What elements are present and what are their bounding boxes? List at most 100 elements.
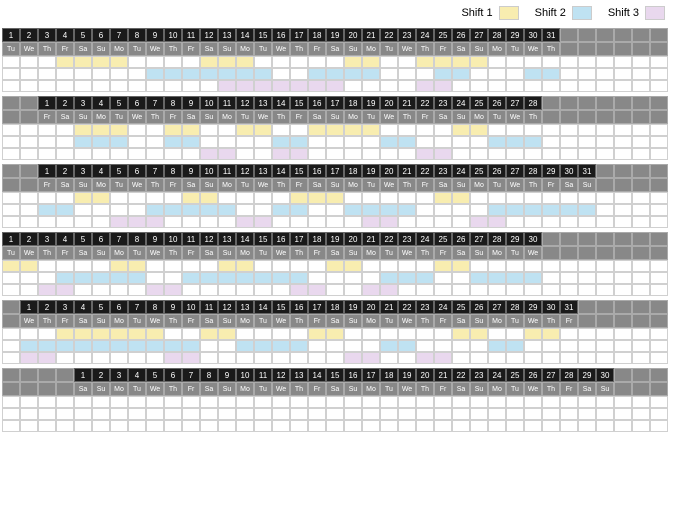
shift-cell-empty[interactable] <box>308 272 326 284</box>
shift-cell-empty[interactable] <box>506 192 524 204</box>
shift-cell-empty[interactable] <box>200 352 218 364</box>
shift-cell-filled[interactable] <box>236 56 254 68</box>
shift-cell-filled[interactable] <box>218 204 236 216</box>
shift-cell-empty[interactable] <box>578 260 596 272</box>
shift-cell-empty[interactable] <box>578 352 596 364</box>
shift-cell-empty[interactable] <box>20 216 38 228</box>
shift-cell-empty[interactable] <box>362 340 380 352</box>
shift-cell-empty[interactable] <box>380 328 398 340</box>
shift-cell-empty[interactable] <box>614 408 632 420</box>
shift-cell-filled[interactable] <box>182 136 200 148</box>
shift-cell-empty[interactable] <box>146 148 164 160</box>
shift-cell-filled[interactable] <box>308 80 326 92</box>
shift-cell-empty[interactable] <box>182 80 200 92</box>
shift-cell-empty[interactable] <box>506 396 524 408</box>
shift-cell-empty[interactable] <box>596 204 614 216</box>
shift-cell-empty[interactable] <box>560 216 578 228</box>
shift-cell-empty[interactable] <box>398 148 416 160</box>
shift-cell-empty[interactable] <box>398 260 416 272</box>
shift-cell-empty[interactable] <box>20 192 38 204</box>
shift-cell-filled[interactable] <box>254 124 272 136</box>
shift-cell-filled[interactable] <box>218 80 236 92</box>
shift-cell-empty[interactable] <box>218 216 236 228</box>
shift-cell-empty[interactable] <box>560 340 578 352</box>
shift-cell-empty[interactable] <box>110 192 128 204</box>
shift-cell-empty[interactable] <box>524 148 542 160</box>
shift-cell-filled[interactable] <box>452 260 470 272</box>
shift-cell-empty[interactable] <box>308 216 326 228</box>
shift-cell-empty[interactable] <box>236 204 254 216</box>
shift-cell-filled[interactable] <box>308 328 326 340</box>
shift-cell-empty[interactable] <box>452 216 470 228</box>
shift-cell-filled[interactable] <box>128 328 146 340</box>
shift-cell-empty[interactable] <box>488 352 506 364</box>
shift-cell-filled[interactable] <box>218 148 236 160</box>
shift-cell-empty[interactable] <box>614 136 632 148</box>
shift-cell-empty[interactable] <box>92 68 110 80</box>
shift-cell-empty[interactable] <box>542 420 560 432</box>
shift-cell-empty[interactable] <box>290 396 308 408</box>
shift-cell-empty[interactable] <box>92 420 110 432</box>
shift-cell-empty[interactable] <box>74 216 92 228</box>
shift-cell-empty[interactable] <box>236 136 254 148</box>
shift-cell-empty[interactable] <box>110 352 128 364</box>
shift-cell-filled[interactable] <box>200 68 218 80</box>
shift-cell-empty[interactable] <box>614 56 632 68</box>
shift-cell-empty[interactable] <box>596 340 614 352</box>
shift-cell-filled[interactable] <box>344 204 362 216</box>
shift-cell-empty[interactable] <box>632 340 650 352</box>
shift-cell-filled[interactable] <box>74 340 92 352</box>
shift-cell-empty[interactable] <box>362 260 380 272</box>
shift-cell-filled[interactable] <box>146 328 164 340</box>
shift-cell-filled[interactable] <box>56 204 74 216</box>
shift-cell-filled[interactable] <box>362 124 380 136</box>
shift-cell-filled[interactable] <box>524 328 542 340</box>
shift-cell-empty[interactable] <box>254 260 272 272</box>
shift-cell-empty[interactable] <box>560 396 578 408</box>
shift-cell-filled[interactable] <box>308 68 326 80</box>
shift-cell-empty[interactable] <box>578 340 596 352</box>
shift-cell-empty[interactable] <box>650 136 668 148</box>
shift-cell-empty[interactable] <box>488 148 506 160</box>
shift-cell-empty[interactable] <box>434 272 452 284</box>
shift-cell-empty[interactable] <box>506 260 524 272</box>
shift-cell-empty[interactable] <box>542 148 560 160</box>
shift-cell-empty[interactable] <box>578 216 596 228</box>
shift-cell-filled[interactable] <box>236 216 254 228</box>
shift-cell-empty[interactable] <box>110 148 128 160</box>
shift-cell-empty[interactable] <box>596 396 614 408</box>
shift-cell-empty[interactable] <box>2 56 20 68</box>
shift-cell-filled[interactable] <box>344 260 362 272</box>
shift-cell-empty[interactable] <box>20 148 38 160</box>
shift-cell-filled[interactable] <box>218 328 236 340</box>
shift-cell-empty[interactable] <box>344 340 362 352</box>
shift-cell-empty[interactable] <box>434 284 452 296</box>
shift-cell-filled[interactable] <box>128 340 146 352</box>
shift-cell-filled[interactable] <box>92 192 110 204</box>
shift-cell-empty[interactable] <box>56 408 74 420</box>
shift-cell-empty[interactable] <box>38 408 56 420</box>
shift-cell-empty[interactable] <box>290 216 308 228</box>
shift-cell-empty[interactable] <box>344 216 362 228</box>
shift-cell-filled[interactable] <box>362 56 380 68</box>
shift-cell-empty[interactable] <box>416 204 434 216</box>
shift-cell-empty[interactable] <box>344 148 362 160</box>
shift-cell-empty[interactable] <box>434 124 452 136</box>
shift-cell-empty[interactable] <box>38 420 56 432</box>
shift-cell-filled[interactable] <box>146 340 164 352</box>
shift-cell-empty[interactable] <box>254 396 272 408</box>
shift-cell-empty[interactable] <box>578 148 596 160</box>
shift-cell-empty[interactable] <box>632 396 650 408</box>
shift-cell-empty[interactable] <box>236 396 254 408</box>
shift-cell-empty[interactable] <box>578 56 596 68</box>
shift-cell-empty[interactable] <box>128 284 146 296</box>
shift-cell-empty[interactable] <box>452 136 470 148</box>
shift-cell-empty[interactable] <box>560 136 578 148</box>
shift-cell-empty[interactable] <box>56 396 74 408</box>
shift-cell-empty[interactable] <box>254 148 272 160</box>
shift-cell-filled[interactable] <box>110 340 128 352</box>
shift-cell-empty[interactable] <box>92 352 110 364</box>
shift-cell-empty[interactable] <box>182 56 200 68</box>
shift-cell-empty[interactable] <box>218 284 236 296</box>
shift-cell-empty[interactable] <box>470 260 488 272</box>
